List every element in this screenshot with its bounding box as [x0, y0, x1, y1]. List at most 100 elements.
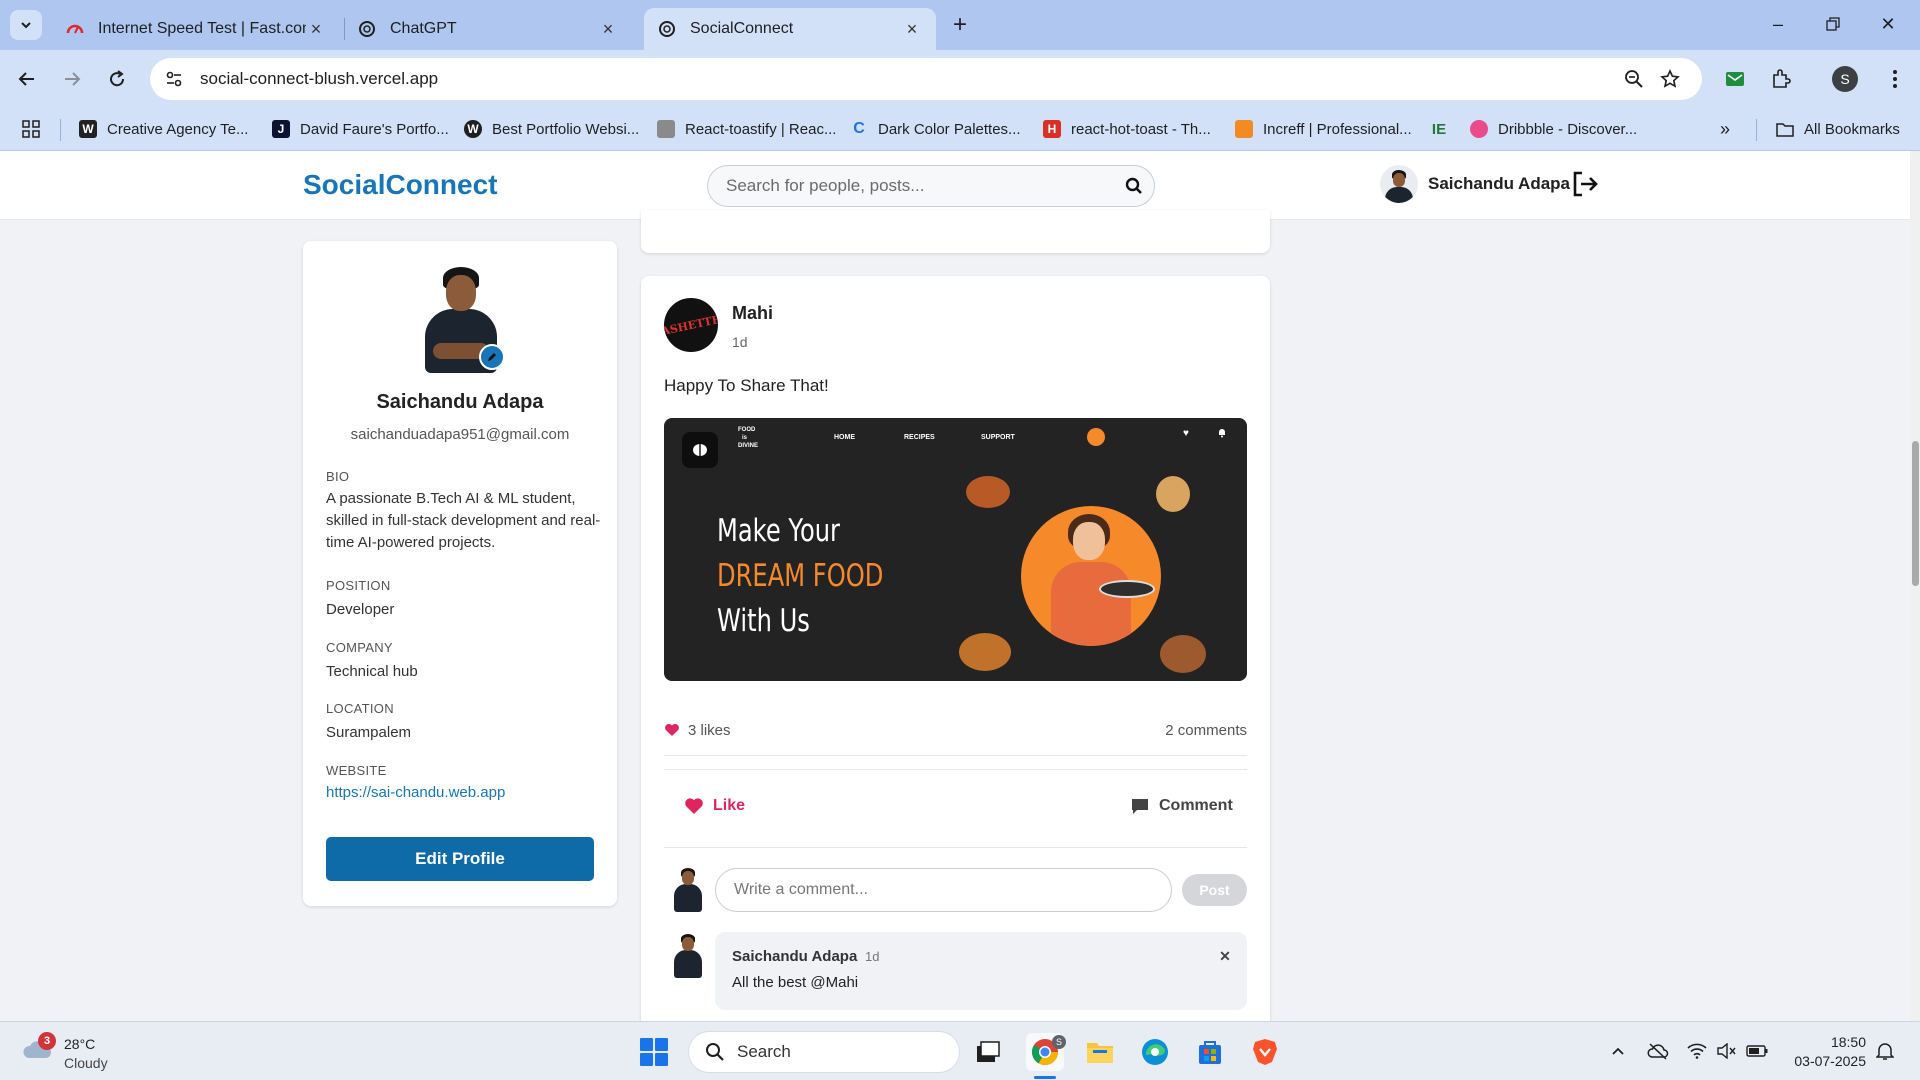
battery-icon[interactable]	[1746, 1040, 1768, 1062]
comment-author[interactable]: Saichandu Adapa	[732, 948, 857, 965]
scrollbar-thumb[interactable]	[1912, 441, 1919, 586]
onedrive-offline-icon[interactable]	[1647, 1040, 1669, 1062]
bookmark-item[interactable]: J David Faure's Portfo...	[272, 117, 449, 141]
minimize-button[interactable]: –	[1758, 8, 1798, 40]
post-author-name[interactable]: Mahi	[732, 303, 773, 324]
close-window-button[interactable]: ✕	[1868, 8, 1908, 40]
new-tab-button[interactable]: +	[946, 12, 974, 40]
tab-fast-com[interactable]: Internet Speed Test | Fast.com ×	[52, 8, 340, 50]
brand-logo[interactable]: SocialConnect	[303, 169, 497, 201]
bookmark-star-icon[interactable]	[1652, 61, 1688, 97]
reload-button[interactable]	[102, 64, 132, 94]
bookmark-item[interactable]: Increff | Professional...	[1235, 117, 1412, 141]
all-bookmarks-label: All Bookmarks	[1804, 120, 1900, 138]
taskbar-chrome[interactable]: S	[1026, 1033, 1066, 1071]
likes-label: 3 likes	[688, 721, 731, 739]
arrow-right-icon	[65, 72, 81, 86]
address-bar[interactable]: social-connect-blush.vercel.app	[150, 58, 1702, 100]
task-view-button[interactable]	[969, 1033, 1007, 1071]
wifi-icon[interactable]	[1686, 1040, 1708, 1062]
bookmark-label: Creative Agency Te...	[107, 120, 249, 138]
page-scrollbar[interactable]	[1910, 151, 1920, 1021]
forward-button[interactable]	[57, 64, 87, 94]
post-stats: 3 likes 2 comments	[664, 718, 1247, 742]
edit-photo-button[interactable]	[479, 344, 505, 370]
extensions-button[interactable]	[1766, 64, 1796, 94]
close-tab-icon[interactable]: ×	[598, 19, 618, 39]
chevron-up-icon	[1612, 1047, 1624, 1055]
bookmark-item[interactable]: H react-hot-toast - Th...	[1043, 117, 1211, 141]
post-comment-button[interactable]: Post	[1182, 874, 1247, 906]
bookmark-item[interactable]: C Dark Color Palettes...	[850, 117, 1020, 141]
taskbar-store[interactable]	[1191, 1033, 1229, 1071]
apps-button[interactable]	[22, 117, 40, 141]
back-button[interactable]	[12, 64, 42, 94]
biryani-image	[959, 633, 1011, 671]
tab-search-button[interactable]	[10, 10, 42, 40]
image-bell-icon	[1219, 429, 1225, 438]
bookmark-label: David Faure's Portfo...	[300, 120, 449, 138]
site-info-icon[interactable]	[156, 61, 192, 97]
restore-button[interactable]	[1813, 8, 1853, 40]
like-button[interactable]: Like	[684, 791, 745, 821]
notifications-icon[interactable]	[1874, 1040, 1896, 1062]
menu-button[interactable]	[1880, 64, 1910, 94]
profile-avatar-button[interactable]: S	[1832, 66, 1858, 92]
taskbar-file-explorer[interactable]	[1081, 1033, 1119, 1071]
bookmark-label: Dribbble - Discover...	[1498, 120, 1638, 138]
bookmark-favicon-icon: IE	[1431, 120, 1447, 138]
comment-button[interactable]: Comment	[1130, 791, 1233, 821]
profile-email: saichanduadapa951@gmail.com	[350, 426, 570, 443]
all-bookmarks-button[interactable]: All Bookmarks	[1776, 117, 1900, 141]
start-button[interactable]	[640, 1038, 668, 1066]
weather-widget[interactable]: 3 28°C Cloudy	[22, 1030, 142, 1074]
image-headline-line: DREAM FOOD	[717, 558, 884, 594]
image-brand-line: is	[742, 435, 748, 441]
post-image[interactable]: FOOD is DIVINE HOME RECIPES SUPPORT ♥ Ma…	[664, 418, 1247, 681]
taskbar-edge[interactable]	[1136, 1033, 1174, 1071]
bookmark-item[interactable]: Dribbble - Discover...	[1470, 117, 1637, 141]
image-headline-line: Make Your	[717, 513, 841, 549]
image-brand-line: FOOD	[738, 427, 756, 433]
bookmarks-divider	[1756, 119, 1757, 141]
search-input[interactable]	[726, 176, 1114, 196]
zoom-icon[interactable]	[1616, 61, 1652, 97]
volume-muted-icon[interactable]	[1715, 1040, 1737, 1062]
ice-cream-image	[1156, 476, 1190, 512]
edit-profile-button[interactable]: Edit Profile	[326, 837, 594, 881]
close-tab-icon[interactable]: ×	[306, 19, 326, 39]
bookmark-item[interactable]: W Best Portfolio Websi...	[464, 117, 639, 141]
image-brand-line: DIVINE	[738, 443, 759, 449]
more-bookmarks-button[interactable]: »	[1720, 117, 1730, 141]
post-author-avatar[interactable]: ASHETTE	[664, 298, 718, 352]
tab-title: ChatGPT	[390, 20, 457, 37]
bookmarks-bar: W Creative Agency Te... J David Faure's …	[0, 107, 1920, 151]
taskbar-brave[interactable]	[1246, 1033, 1284, 1071]
image-nav-item: RECIPES	[904, 434, 935, 441]
mail-extension-icon	[1726, 72, 1744, 86]
bookmark-item[interactable]: W Creative Agency Te...	[79, 117, 248, 141]
header-user-menu[interactable]: Saichandu Adapa	[1380, 165, 1570, 203]
show-hidden-icons-button[interactable]	[1607, 1040, 1629, 1062]
tab-chatgpt[interactable]: ChatGPT ×	[344, 8, 632, 50]
search-icon[interactable]	[1114, 177, 1154, 195]
likes-count[interactable]: 3 likes	[664, 722, 731, 739]
field-label: POSITION	[326, 578, 391, 593]
bookmark-label: Increff | Professional...	[1263, 120, 1412, 138]
bookmark-item[interactable]: React-toastify | Reac...	[657, 117, 836, 141]
bookmark-item[interactable]: IE	[1430, 117, 1458, 141]
delete-comment-icon[interactable]: ✕	[1215, 946, 1235, 966]
comments-count[interactable]: 2 comments	[1165, 722, 1247, 739]
bookmark-label: react-hot-toast - Th...	[1071, 120, 1211, 138]
post-timestamp: 1d	[732, 334, 748, 350]
comment-input[interactable]	[715, 868, 1172, 912]
website-link[interactable]: https://sai-chandu.web.app	[326, 784, 601, 801]
bookmark-favicon-icon	[1470, 120, 1488, 138]
extension-mail-button[interactable]	[1720, 64, 1750, 94]
weather-condition: Cloudy	[64, 1055, 108, 1071]
logout-button[interactable]	[1570, 169, 1602, 201]
tab-socialconnect[interactable]: SocialConnect ×	[644, 8, 936, 50]
system-clock[interactable]: 18:50 03-07-2025	[1780, 1033, 1866, 1071]
taskbar-search[interactable]: Search	[688, 1031, 960, 1073]
close-tab-icon[interactable]: ×	[902, 19, 922, 39]
